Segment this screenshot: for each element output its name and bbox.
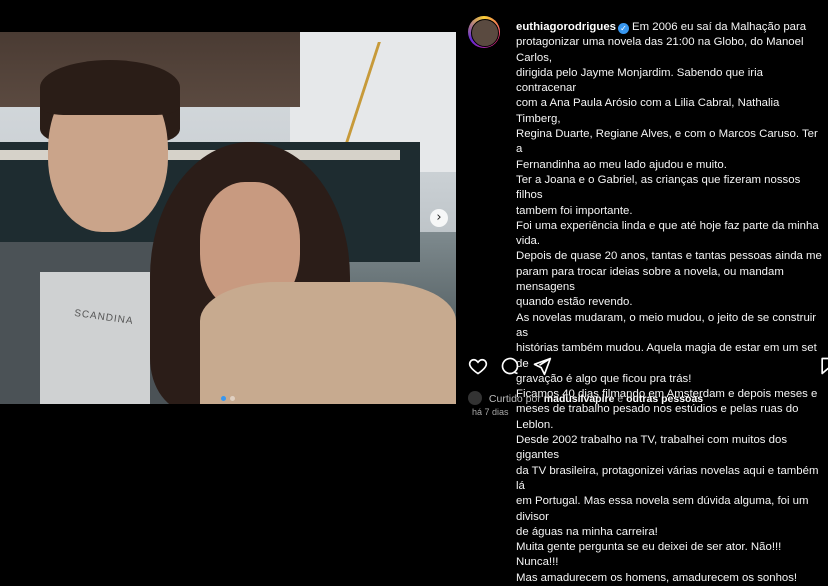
instagram-post: SCANDINA › euthiagorodrigues ✓ Em 2006 eu … [0,0,828,584]
action-bar [468,356,828,380]
post-photo[interactable]: SCANDINA [0,32,456,404]
liked-joiner: e [617,393,624,405]
caption-line: Ter a Joana e o Gabriel, as crianças que… [516,173,801,202]
caption-line: Muita gente pergunta se eu deixei de ser… [516,541,782,569]
share-icon[interactable] [532,356,556,380]
caption-line: quando estão revendo. [516,296,633,309]
caption-line: da TV brasileira, protagonizei várias no… [516,464,819,492]
avatar[interactable] [468,16,500,48]
man-hair-top [40,60,180,115]
caption-line: meses de trabalho pesado nos estúdios e … [516,403,799,431]
caption-line: dirigida pelo Jayme Monjardim. Sabendo q… [516,66,763,95]
caption-line: Fernandinha ao meu lado ajudou e muito. [516,158,727,171]
caption-line: tambem foi importante. [516,204,633,217]
liked-prefix: Curtido por [488,393,541,405]
username-link[interactable]: euthiagorodrigues [516,21,616,33]
man-shirt: SCANDINA [40,272,150,404]
save-icon[interactable] [818,356,828,380]
caption-line: Mas amadurecem os homens, amadurecem os … [516,571,798,584]
liked-by: Curtido por madusilvapire e outras pesso… [468,391,828,405]
caption-line: em Portugal. Mas essa novela sem dúvida … [516,495,809,523]
caption-line: Em 2006 eu saí da Malhação para [632,21,807,33]
carousel-dot [221,396,226,401]
liked-others-link[interactable]: outras pessoas [626,393,703,405]
verified-icon: ✓ [618,23,629,34]
shirt-print: SCANDINA [73,307,135,328]
carousel-dot [230,396,235,401]
heart-icon[interactable] [468,356,492,380]
caption-line: de águas na minha carreira! [516,525,658,538]
avatar-image [471,19,499,47]
liked-user-link[interactable]: madusilvapire [544,393,615,405]
caption-line: Depois de quase 20 anos, tantas e tantas… [516,250,822,263]
caption-line: com a Ana Paula Arósio com a Lilia Cabra… [516,97,780,125]
post-media: SCANDINA › [0,0,456,435]
caption-line: param para trocar ideias sobre a novela,… [516,265,784,294]
woman-coat [200,282,456,404]
caption-line: Foi uma experiência linda e que até hoje… [516,219,819,248]
caption-line: Desde 2002 trabalho na TV, trabalhei com… [516,434,788,462]
caption-line: protagonizar uma novela das 21:00 na Glo… [516,36,804,64]
carousel-dots [0,388,456,406]
next-arrow-icon[interactable]: › [430,209,448,227]
caption-line: Regina Duarte, Regiane Alves, e com o Ma… [516,128,818,156]
caption: euthiagorodrigues ✓ Em 2006 eu saí da Malh… [516,20,822,586]
caption-line: As novelas mudaram, o meio mudou, o jeit… [516,311,817,339]
post-panel: euthiagorodrigues ✓ Em 2006 eu saí da Malh… [456,0,828,584]
liker-avatar [468,391,482,405]
comment-icon[interactable] [500,356,524,380]
post-timestamp[interactable]: há 7 dias [472,407,509,417]
